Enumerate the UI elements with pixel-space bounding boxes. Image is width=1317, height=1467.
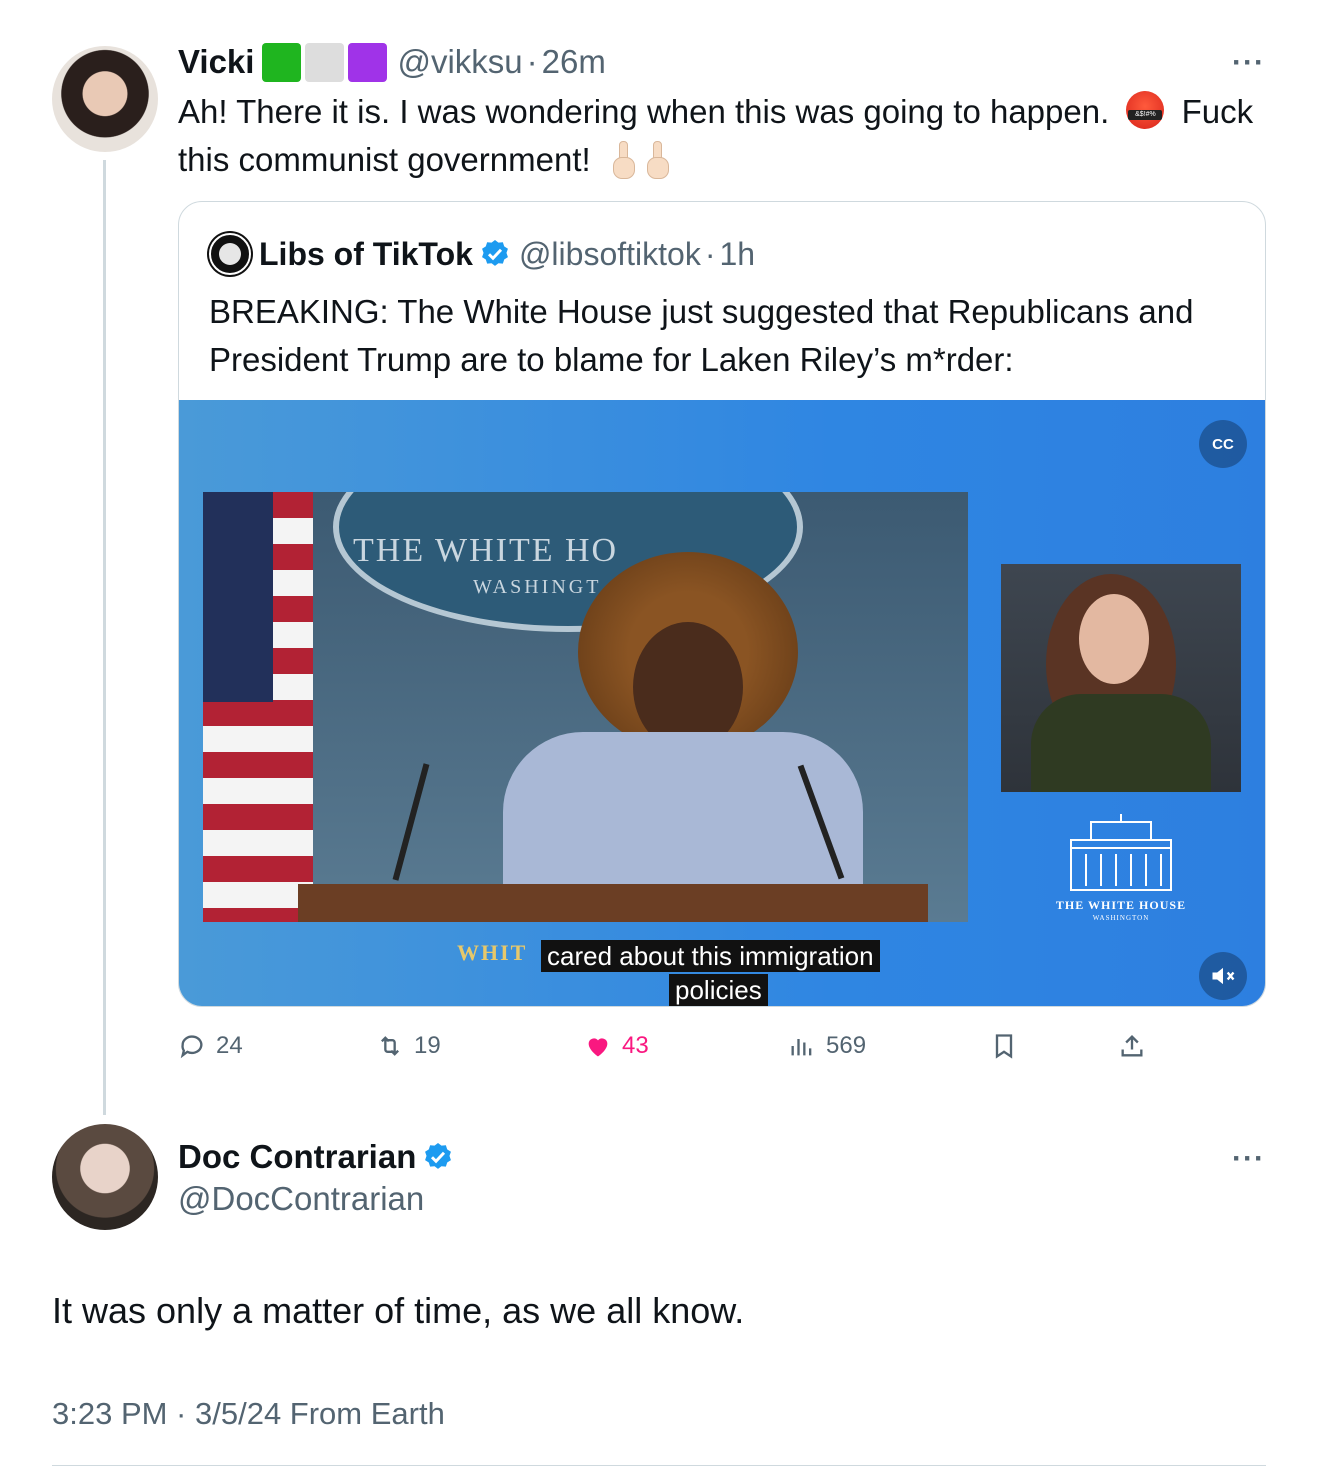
tweet2-more-icon[interactable]: ··· — [1232, 1142, 1265, 1176]
backdrop-title: THE WHITE HO — [353, 532, 619, 569]
repost-count: 19 — [414, 1032, 441, 1059]
interpreter-face — [1079, 594, 1149, 684]
speaker-muted-icon — [1212, 967, 1235, 985]
tweet1-more-icon[interactable]: ··· — [1232, 46, 1265, 80]
mute-button[interactable] — [1199, 952, 1247, 1000]
tweet2-author-name[interactable]: Doc Contrarian — [178, 1138, 416, 1176]
reply-count: 24 — [216, 1032, 243, 1059]
middle-finger-emoji — [646, 141, 669, 179]
quote-time[interactable]: 1h — [719, 236, 755, 273]
tweet1-separator: · — [526, 43, 538, 80]
quote-text: BREAKING: The White House just suggested… — [209, 293, 1194, 378]
caption-line-1: cared about this immigration — [541, 940, 880, 972]
white-house-logo-title: THE WHITE HOUSE — [1055, 898, 1187, 912]
tweet2-handle[interactable]: @DocContrarian — [178, 1180, 424, 1218]
bookmark-button[interactable] — [990, 1024, 1028, 1068]
video-player[interactable]: THE WHITE HO WASHINGT THE WHITE HOUSE WA… — [179, 400, 1265, 1006]
quote-author-name[interactable]: Libs of TikTok — [259, 236, 473, 273]
tweet2-text: It was only a matter of time, as we all … — [52, 1290, 745, 1331]
tweet1-author-name[interactable]: Vicki — [178, 43, 254, 81]
backdrop-subtitle: WASHINGT — [473, 576, 602, 598]
repost-button[interactable]: 19 — [376, 1024, 441, 1068]
quote-separator: · — [704, 235, 716, 272]
views-count: 569 — [826, 1032, 867, 1059]
quoted-tweet-card[interactable]: Libs of TikTok @libsoftiktok · 1h BREAKI… — [178, 201, 1266, 1007]
doc-contrarian-avatar[interactable] — [52, 1124, 158, 1230]
tweet2-author: Doc Contrarian — [178, 1135, 462, 1179]
verified-badge-icon — [482, 240, 508, 266]
angry-face-with-symbols-emoji — [1126, 91, 1165, 129]
sign-language-interpreter-inset — [1001, 564, 1241, 792]
caption-line-2: policies — [669, 974, 768, 1006]
middle-finger-emoji — [612, 141, 635, 179]
press-briefing-video-frame: THE WHITE HO WASHINGT — [203, 492, 968, 922]
bookmark-icon — [995, 1034, 1013, 1059]
tweet1-handle[interactable]: @vikksu — [397, 43, 522, 81]
reply-button[interactable]: 24 — [178, 1024, 243, 1068]
tweet1-text: Ah! There it is. I was wondering when th… — [178, 88, 1278, 184]
divider — [52, 1465, 1266, 1466]
green-square-emoji — [262, 42, 302, 82]
interpreter-body — [1031, 694, 1211, 792]
podium — [298, 884, 928, 922]
american-flag — [203, 492, 313, 922]
views-button[interactable]: 569 — [788, 1024, 866, 1068]
tweet2-timestamp[interactable]: 3:23 PM · 3/5/24 From Earth — [52, 1396, 445, 1432]
verified-badge-icon — [425, 1143, 452, 1169]
share-button[interactable] — [1118, 1024, 1156, 1068]
microphone-left — [392, 763, 430, 881]
tweet1-text-part1: Ah! There it is. I was wondering when th… — [178, 93, 1110, 130]
tweet1-header: Vicki @vikksu · 26m — [178, 40, 606, 84]
quote-handle[interactable]: @libsoftiktok — [519, 236, 701, 273]
like-count: 43 — [622, 1032, 649, 1059]
white-house-logo-subtitle: WASHINGTON — [1092, 914, 1150, 922]
purple-square-emoji — [348, 42, 388, 82]
reply-icon — [180, 1035, 203, 1059]
libs-of-tiktok-avatar[interactable] — [209, 233, 251, 275]
vicki-avatar[interactable] — [52, 46, 158, 152]
lower-third-partial-text: WHIT — [457, 940, 528, 965]
closed-captions-button[interactable]: CC — [1199, 420, 1247, 468]
heart-filled-icon — [588, 1038, 608, 1057]
quote-header: Libs of TikTok @libsoftiktok · 1h — [209, 232, 755, 276]
white-square-emoji — [305, 42, 345, 82]
thread-connector-line — [103, 160, 106, 1115]
like-button[interactable]: 43 — [584, 1024, 649, 1068]
repost-icon — [381, 1036, 399, 1056]
views-icon — [791, 1039, 812, 1056]
share-icon — [1121, 1035, 1143, 1057]
tweet1-action-bar: 24 19 43 569 — [178, 1024, 1178, 1068]
tweet1-time[interactable]: 26m — [542, 43, 606, 81]
